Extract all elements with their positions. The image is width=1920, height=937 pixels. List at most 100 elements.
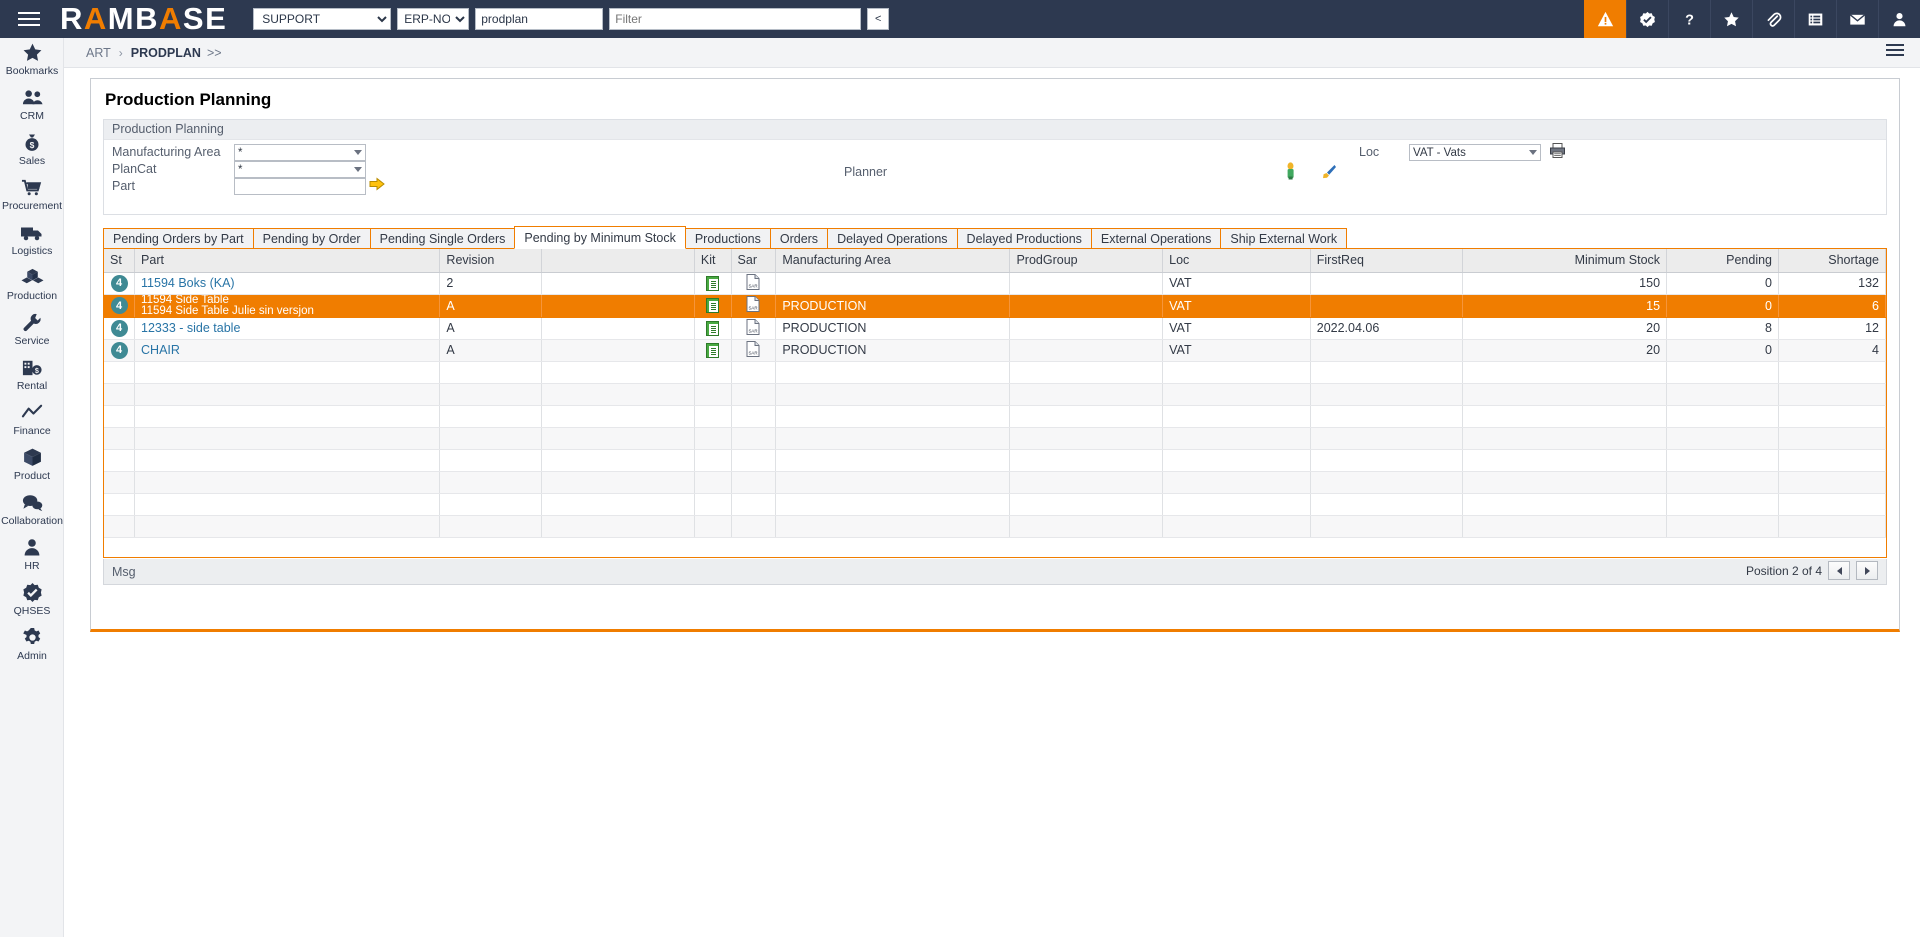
sidebar-item-procurement[interactable]: Procurement <box>0 173 64 218</box>
user-icon[interactable] <box>1878 0 1920 38</box>
table-row[interactable]: 4 11594 Side Table 11594 Side Table Juli… <box>104 294 1886 317</box>
cell-part[interactable]: 11594 Side Table 11594 Side Table Julie … <box>135 294 440 317</box>
previous-page-button[interactable] <box>1828 561 1850 580</box>
sar-icon[interactable]: SAR <box>746 319 760 338</box>
attachment-icon[interactable] <box>1752 0 1794 38</box>
tasks-icon[interactable] <box>1794 0 1836 38</box>
tab-ship-external-work[interactable]: Ship External Work <box>1220 228 1347 249</box>
cell-kit[interactable] <box>694 339 731 361</box>
cell-part[interactable]: 11594 Boks (KA) <box>135 272 440 294</box>
breadcrumb-current[interactable]: PRODPLAN <box>131 46 201 60</box>
cell-kit[interactable] <box>694 272 731 294</box>
cell-sar[interactable]: SAR <box>731 294 776 317</box>
warning-icon[interactable] <box>1584 0 1626 38</box>
favorites-icon[interactable] <box>1710 0 1752 38</box>
filter-input[interactable] <box>609 8 861 30</box>
cell-empty <box>135 405 440 427</box>
sidebar-item-admin[interactable]: Admin <box>0 623 64 668</box>
tab-pending-orders-by-part[interactable]: Pending Orders by Part <box>103 228 253 249</box>
cell-empty <box>1010 449 1163 471</box>
collapse-button[interactable]: < <box>867 8 889 30</box>
sidebar-item-rental[interactable]: $ Rental <box>0 353 64 398</box>
sidebar-item-service[interactable]: Service <box>0 308 64 353</box>
tab-delayed-operations[interactable]: Delayed Operations <box>827 228 956 249</box>
tab-orders[interactable]: Orders <box>770 228 827 249</box>
loc-input[interactable] <box>1409 144 1541 161</box>
system-select[interactable]: SUPPORT <box>253 8 391 30</box>
kit-icon[interactable] <box>706 321 719 336</box>
cell-sar[interactable]: SAR <box>731 339 776 361</box>
sar-icon[interactable]: SAR <box>746 296 760 315</box>
planner-person-icon[interactable] <box>1284 162 1297 182</box>
kit-icon[interactable] <box>706 276 719 291</box>
sidebar-item-sales[interactable]: $ Sales <box>0 128 64 173</box>
col-header-st[interactable]: St <box>104 249 135 272</box>
part-link[interactable]: 11594 Side Table <box>141 295 433 306</box>
table-row[interactable]: 4 CHAIR A SAR PRODUCTION VAT 20 0 <box>104 339 1886 361</box>
plancat-input[interactable] <box>234 161 366 178</box>
cell-sar[interactable]: SAR <box>731 272 776 294</box>
col-header-manufacturing-area[interactable]: Manufacturing Area <box>776 249 1010 272</box>
kit-icon[interactable] <box>706 298 719 313</box>
col-header-minimum-stock[interactable]: Minimum Stock <box>1463 249 1667 272</box>
tab-external-operations[interactable]: External Operations <box>1091 228 1220 249</box>
yellow-arrow-icon[interactable] <box>369 176 385 194</box>
col-header-kit[interactable]: Kit <box>694 249 731 272</box>
sidebar-item-hr[interactable]: HR <box>0 533 64 578</box>
part-link[interactable]: 11594 Boks (KA) <box>141 276 235 290</box>
col-header-part[interactable]: Part <box>135 249 440 272</box>
col-header-pending[interactable]: Pending <box>1667 249 1779 272</box>
cell-kit[interactable] <box>694 294 731 317</box>
cell-sar[interactable]: SAR <box>731 317 776 339</box>
table-row[interactable]: 4 11594 Boks (KA) 2 SAR VAT 150 0 <box>104 272 1886 294</box>
col-header-prodgroup[interactable]: ProdGroup <box>1010 249 1163 272</box>
breadcrumb-tail[interactable]: >> <box>207 46 222 60</box>
verified-badge-icon[interactable] <box>1626 0 1668 38</box>
status-badge-cell[interactable]: 4 <box>104 272 135 294</box>
program-input[interactable] <box>475 8 603 30</box>
col-header-firstreq[interactable]: FirstReq <box>1310 249 1463 272</box>
cell-part[interactable]: CHAIR <box>135 339 440 361</box>
database-select[interactable]: ERP-NO <box>397 8 469 30</box>
tab-pending-by-order[interactable]: Pending by Order <box>253 228 370 249</box>
sar-icon[interactable]: SAR <box>746 274 760 293</box>
page-menu-icon[interactable] <box>1886 44 1904 56</box>
help-icon[interactable]: ? <box>1668 0 1710 38</box>
tab-pending-by-minimum-stock[interactable]: Pending by Minimum Stock <box>514 226 685 249</box>
breadcrumb-root[interactable]: ART <box>86 46 111 60</box>
part-link[interactable]: 12333 - side table <box>141 321 240 335</box>
printer-icon[interactable] <box>1549 142 1566 162</box>
sidebar-item-crm[interactable]: CRM <box>0 83 64 128</box>
tab-pending-single-orders[interactable]: Pending Single Orders <box>370 228 515 249</box>
part-link[interactable]: CHAIR <box>141 343 180 357</box>
cell-empty <box>776 427 1010 449</box>
col-header-shortage[interactable]: Shortage <box>1779 249 1886 272</box>
col-header-revision[interactable]: Revision <box>440 249 542 272</box>
messages-icon[interactable] <box>1836 0 1878 38</box>
manufacturing-area-input[interactable] <box>234 144 366 161</box>
sar-icon[interactable]: SAR <box>746 341 760 360</box>
next-page-button[interactable] <box>1856 561 1878 580</box>
cell-kit[interactable] <box>694 317 731 339</box>
sidebar-item-product[interactable]: Product <box>0 443 64 488</box>
hamburger-icon[interactable] <box>0 0 58 38</box>
table-row[interactable]: 4 12333 - side table A SAR PRODUCTION VA… <box>104 317 1886 339</box>
status-badge-cell[interactable]: 4 <box>104 339 135 361</box>
part-input[interactable] <box>234 178 366 195</box>
kit-icon[interactable] <box>706 343 719 358</box>
sidebar-item-collaboration[interactable]: Collaboration <box>0 488 64 533</box>
status-badge-cell[interactable]: 4 <box>104 294 135 317</box>
sidebar-item-production[interactable]: Production <box>0 263 64 308</box>
col-header-sar[interactable]: Sar <box>731 249 776 272</box>
planner-brush-icon[interactable] <box>1320 164 1336 181</box>
tab-productions[interactable]: Productions <box>686 228 770 249</box>
sidebar-item-finance[interactable]: Finance <box>0 398 64 443</box>
sidebar-item-logistics[interactable]: Logistics <box>0 218 64 263</box>
col-header-loc[interactable]: Loc <box>1163 249 1311 272</box>
tab-delayed-productions[interactable]: Delayed Productions <box>957 228 1091 249</box>
cell-part[interactable]: 12333 - side table <box>135 317 440 339</box>
status-badge-cell[interactable]: 4 <box>104 317 135 339</box>
sidebar-item-qhses[interactable]: QHSES <box>0 578 64 623</box>
col-header-blank[interactable] <box>542 249 695 272</box>
sidebar-item-bookmarks[interactable]: Bookmarks <box>0 38 64 83</box>
